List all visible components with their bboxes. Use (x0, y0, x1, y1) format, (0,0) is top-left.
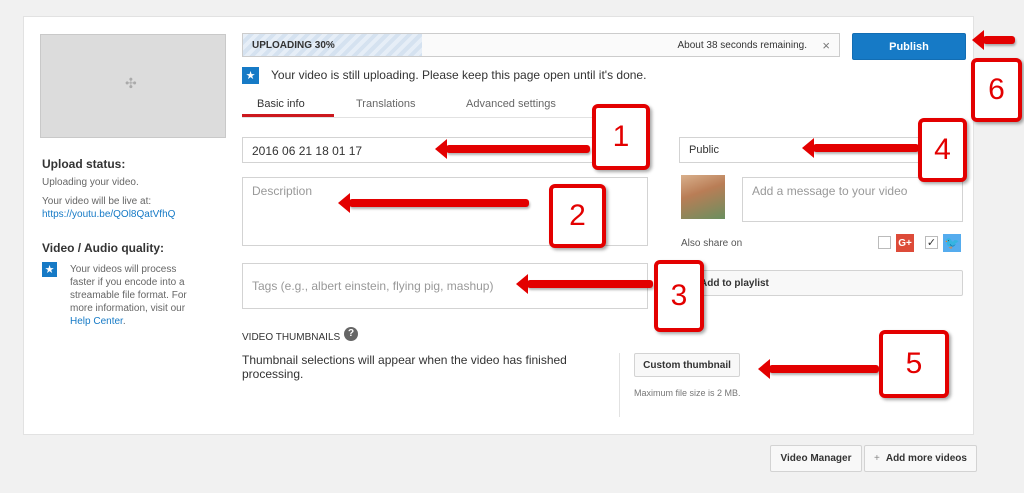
tab-basic-info[interactable]: Basic info (257, 98, 305, 110)
quality-title: Video / Audio quality: (42, 241, 165, 255)
annotation-4: 4 (918, 118, 967, 182)
video-thumbnail-preview: ✣ (40, 34, 226, 138)
add-to-playlist-button[interactable]: Add to playlist (679, 270, 963, 296)
publish-button[interactable]: Publish (852, 33, 966, 60)
google-plus-icon: G+ (896, 234, 914, 252)
plus-icon: + (874, 453, 880, 464)
thumbnails-text: Thumbnail selections will appear when th… (242, 353, 567, 381)
annotation-1: 1 (592, 104, 650, 170)
arrow-2-icon (338, 193, 529, 213)
star-icon: ★ (42, 262, 57, 277)
star-icon: ★ (242, 67, 259, 84)
arrow-6-icon (972, 30, 1015, 50)
help-icon[interactable]: ? (344, 327, 358, 341)
annotation-6: 6 (971, 58, 1022, 122)
thumbnails-divider (619, 353, 620, 417)
custom-thumbnail-button[interactable]: Custom thumbnail (634, 353, 740, 377)
video-url-link[interactable]: https://youtu.be/QOl8QatVfhQ (42, 208, 175, 221)
loading-spinner-icon: ✣ (125, 75, 137, 91)
progress-label: UPLOADING 30% (252, 40, 335, 51)
annotation-3: 3 (654, 260, 704, 332)
quality-description: Your videos will process faster if you e… (70, 264, 187, 314)
close-icon[interactable]: × (822, 38, 830, 53)
arrow-4-icon (802, 138, 919, 158)
arrow-5-icon (758, 359, 879, 379)
message-field[interactable]: Add a message to your video (742, 177, 963, 222)
upload-notice: Your video is still uploading. Please ke… (271, 68, 647, 82)
help-period: . (122, 316, 126, 327)
twitter-checkbox[interactable]: ✓ (925, 236, 938, 249)
upload-progress-bar: UPLOADING 30% About 38 seconds remaining… (242, 33, 840, 57)
tab-translations[interactable]: Translations (356, 98, 416, 110)
gplus-checkbox[interactable] (878, 236, 891, 249)
tab-advanced-settings[interactable]: Advanced settings (466, 98, 556, 110)
live-at-text: Your video will be live at: (42, 196, 152, 207)
thumbnails-title: VIDEO THUMBNAILS (242, 332, 341, 343)
arrow-1-icon (435, 139, 590, 159)
time-remaining: About 38 seconds remaining. (677, 40, 807, 51)
help-center-link[interactable]: Help Center (70, 316, 123, 327)
upload-status-text: Uploading your video. (42, 177, 139, 188)
also-share-label: Also share on (681, 238, 743, 249)
max-file-size: Maximum file size is 2 MB. (634, 388, 741, 398)
add-more-videos-button[interactable]: + Add more videos (864, 445, 977, 472)
add-more-videos-label: Add more videos (885, 453, 967, 464)
arrow-3-icon (516, 274, 653, 294)
annotation-5: 5 (879, 330, 949, 398)
video-manager-button[interactable]: Video Manager (770, 445, 862, 472)
avatar (681, 175, 725, 219)
quality-text: Your videos will process faster if you e… (70, 263, 202, 328)
twitter-icon: 🐦 (943, 234, 961, 252)
upload-status-title: Upload status: (42, 157, 126, 171)
tabs-divider (242, 117, 647, 118)
annotation-2: 2 (549, 184, 606, 248)
